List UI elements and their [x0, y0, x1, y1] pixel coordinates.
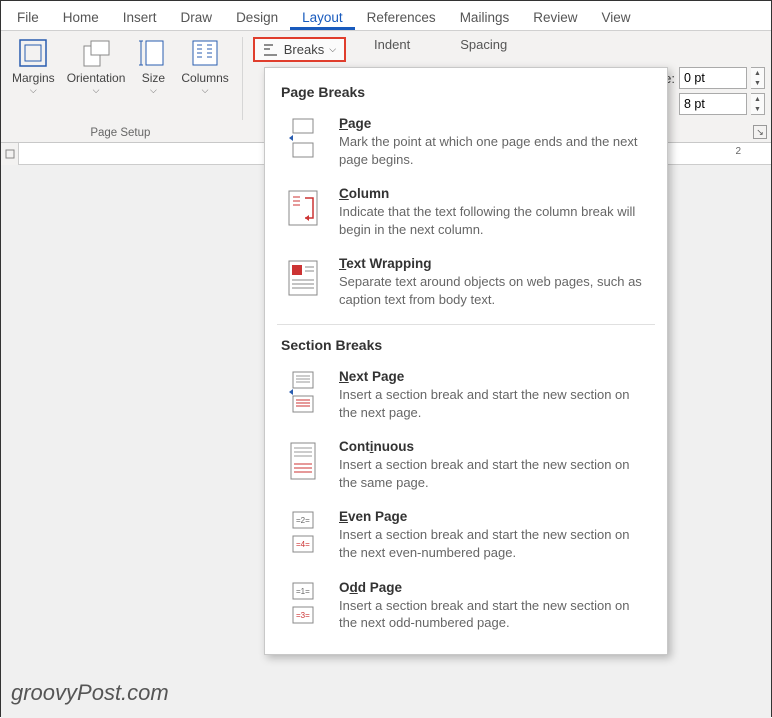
spacing-label: Spacing [460, 37, 507, 52]
tab-view[interactable]: View [589, 5, 642, 30]
chevron-down-icon: ⌵ [93, 85, 100, 96]
margins-icon [17, 37, 49, 69]
tab-home[interactable]: Home [51, 5, 111, 30]
break-even-page[interactable]: =2= =4= Even Page Insert a section break … [265, 503, 667, 573]
tab-insert[interactable]: Insert [111, 5, 169, 30]
column-break-icon [285, 186, 321, 238]
ribbon-tabs: File Home Insert Draw Design Layout Refe… [1, 1, 771, 31]
break-odd-page-title: Odd Page [339, 580, 651, 595]
columns-label: Columns [181, 71, 228, 85]
tab-layout[interactable]: Layout [290, 5, 355, 30]
break-column-title: Column [339, 186, 651, 201]
break-continuous-desc: Insert a section break and start the new… [339, 456, 651, 491]
tab-mailings[interactable]: Mailings [448, 5, 522, 30]
tab-file[interactable]: File [5, 5, 51, 30]
break-column[interactable]: Column Indicate that the text following … [265, 180, 667, 250]
page-breaks-heading: Page Breaks [265, 76, 667, 110]
spin-down-icon[interactable]: ▼ [751, 78, 764, 88]
ruler-mark-2: 2 [735, 146, 741, 157]
break-next-page-desc: Insert a section break and start the new… [339, 386, 651, 421]
watermark: groovyPost.com [11, 680, 169, 706]
break-continuous-title: Continuous [339, 439, 651, 454]
continuous-section-icon [285, 439, 321, 491]
break-text-wrapping[interactable]: Text Wrapping Separate text around objec… [265, 250, 667, 320]
spacing-after-field[interactable]: e: ▲▼ [664, 93, 765, 115]
margins-label: Margins [12, 71, 55, 85]
spin-up-icon[interactable]: ▲ [751, 94, 764, 104]
break-text-wrapping-desc: Separate text around objects on web page… [339, 273, 651, 308]
chevron-down-icon: ⌵ [150, 85, 157, 96]
break-column-desc: Indicate that the text following the col… [339, 203, 651, 238]
tab-draw[interactable]: Draw [169, 5, 225, 30]
break-even-page-desc: Insert a section break and start the new… [339, 526, 651, 561]
break-page-title: Page [339, 116, 651, 131]
breaks-icon [263, 43, 279, 57]
breaks-dropdown: Page Breaks Page Mark the point at which… [264, 67, 668, 655]
break-text-wrapping-title: Text Wrapping [339, 256, 651, 271]
break-odd-page[interactable]: =1= =3= Odd Page Insert a section break a… [265, 574, 667, 644]
chevron-down-icon: ⌵ [202, 85, 209, 96]
text-wrapping-break-icon [285, 256, 321, 308]
breaks-button[interactable]: Breaks ⌵ [253, 37, 346, 62]
chevron-down-icon: ⌵ [30, 85, 37, 96]
tab-design[interactable]: Design [224, 5, 290, 30]
dialog-launcher-icon[interactable]: ↘ [753, 125, 767, 139]
even-page-section-icon: =2= =4= [285, 509, 321, 561]
ruler-corner [1, 143, 19, 165]
break-page-desc: Mark the point at which one page ends an… [339, 133, 651, 168]
spacing-before-input[interactable] [679, 67, 747, 89]
dropdown-divider [277, 324, 655, 325]
svg-text:=3=: =3= [296, 611, 310, 620]
chevron-down-icon: ⌵ [329, 44, 336, 55]
tab-review[interactable]: Review [521, 5, 589, 30]
next-page-section-icon [285, 369, 321, 421]
breaks-label: Breaks [284, 42, 324, 57]
spin-up-icon[interactable]: ▲ [751, 68, 764, 78]
tab-references[interactable]: References [355, 5, 448, 30]
ribbon-separator [242, 37, 243, 120]
size-button[interactable]: Size ⌵ [134, 35, 172, 98]
break-next-page[interactable]: Next Page Insert a section break and sta… [265, 363, 667, 433]
break-even-page-title: Even Page [339, 509, 651, 524]
section-breaks-heading: Section Breaks [265, 329, 667, 363]
spacing-before-field[interactable]: e: ▲▼ [664, 67, 765, 89]
size-icon [137, 37, 169, 69]
margins-button[interactable]: Margins ⌵ [9, 35, 58, 98]
svg-text:=1=: =1= [296, 587, 310, 596]
spin-down-icon[interactable]: ▼ [751, 104, 764, 114]
odd-page-section-icon: =1= =3= [285, 580, 321, 632]
break-odd-page-desc: Insert a section break and start the new… [339, 597, 651, 632]
orientation-button[interactable]: Orientation ⌵ [64, 35, 129, 98]
spacing-after-input[interactable] [679, 93, 747, 115]
columns-button[interactable]: Columns ⌵ [178, 35, 231, 98]
indent-label: Indent [374, 37, 410, 52]
orientation-icon [80, 37, 112, 69]
break-continuous[interactable]: Continuous Insert a section break and st… [265, 433, 667, 503]
columns-icon [189, 37, 221, 69]
ribbon-group-page-setup: Margins ⌵ Orientation ⌵ Size ⌵ [1, 31, 240, 142]
page-setup-label: Page Setup [90, 125, 150, 140]
orientation-label: Orientation [67, 71, 126, 85]
break-page[interactable]: Page Mark the point at which one page en… [265, 110, 667, 180]
svg-text:=2=: =2= [296, 516, 310, 525]
svg-text:=4=: =4= [296, 540, 310, 549]
size-label: Size [142, 71, 165, 85]
page-break-icon [285, 116, 321, 168]
break-next-page-title: Next Page [339, 369, 651, 384]
